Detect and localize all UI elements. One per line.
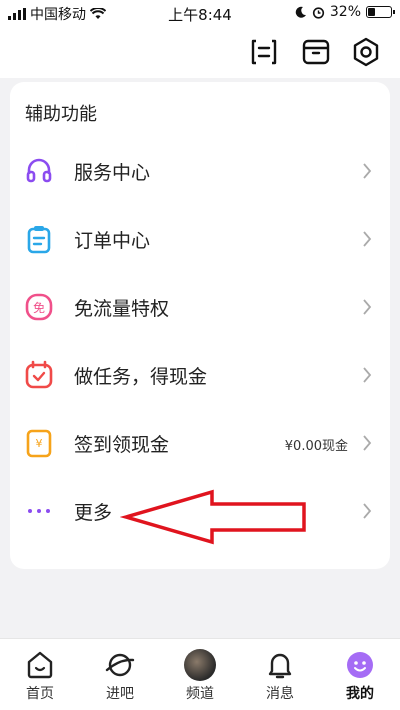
annotation-arrow (120, 489, 306, 545)
chevron-right-icon (363, 503, 372, 519)
chevron-right-icon (363, 231, 372, 247)
tab-mine[interactable]: 我的 (320, 639, 400, 710)
status-bar: 中国移动 上午8:44 32% (0, 0, 400, 26)
section-title: 辅助功能 (25, 104, 97, 125)
tab-label: 首页 (26, 686, 54, 702)
menu-item-order-center[interactable]: 订单中心 (10, 204, 390, 272)
battery-percent: 32% (329, 4, 361, 20)
menu-item-label: 订单中心 (74, 230, 151, 252)
menu-item-label: 免流量特权 (74, 298, 170, 320)
more-dots-icon (28, 509, 50, 513)
menu-item-free-data[interactable]: 免 免流量特权 (10, 272, 390, 340)
calendar-check-icon (25, 360, 53, 389)
battery-icon (366, 6, 395, 18)
tab-label: 进吧 (106, 686, 134, 702)
tab-jinba[interactable]: 进吧 (80, 639, 160, 710)
bottom-tab-bar: 首页 进吧 频道 消息 我的 (0, 638, 400, 710)
home-icon (27, 651, 53, 679)
menu-item-label: 做任务，得现金 (74, 366, 208, 388)
settings-icon[interactable] (350, 36, 382, 68)
alarm-icon (312, 6, 324, 19)
chevron-right-icon (363, 367, 372, 383)
bell-icon (268, 653, 292, 679)
menu-item-checkin-cash[interactable]: ¥ 签到领现金 ¥0.00现金 (10, 408, 390, 476)
scan-icon[interactable] (248, 36, 280, 68)
free-data-icon: 免 (25, 293, 53, 321)
svg-text:¥: ¥ (36, 437, 43, 450)
menu-item-tasks-cash[interactable]: 做任务，得现金 (10, 340, 390, 408)
tab-messages[interactable]: 消息 (240, 639, 320, 710)
planet-icon (105, 653, 135, 677)
yen-coupon-icon: ¥ (26, 429, 52, 458)
chevron-right-icon (363, 435, 372, 451)
menu-item-label: 服务中心 (74, 162, 151, 184)
chevron-right-icon (363, 299, 372, 315)
tab-label: 我的 (346, 686, 374, 702)
svg-text:免: 免 (33, 300, 45, 315)
chevron-right-icon (363, 163, 372, 179)
tab-channel[interactable]: 频道 (160, 639, 240, 710)
profile-face-icon (347, 652, 373, 678)
box-icon[interactable] (300, 36, 332, 68)
battery-level (368, 8, 375, 16)
menu-item-label: 签到领现金 (74, 434, 170, 456)
status-right: 32% (295, 4, 395, 20)
clipboard-icon (27, 226, 51, 254)
tab-label: 频道 (186, 686, 214, 702)
menu-item-service-center[interactable]: 服务中心 (10, 136, 390, 204)
headphones-icon (26, 158, 52, 183)
tab-label: 消息 (266, 686, 294, 702)
tab-home[interactable]: 首页 (0, 639, 80, 710)
menu-item-label: 更多 (74, 502, 113, 524)
cash-balance: ¥0.00现金 (284, 439, 348, 454)
moon-icon (295, 6, 306, 18)
channel-thumbnail (184, 649, 216, 681)
top-bar (0, 26, 400, 78)
